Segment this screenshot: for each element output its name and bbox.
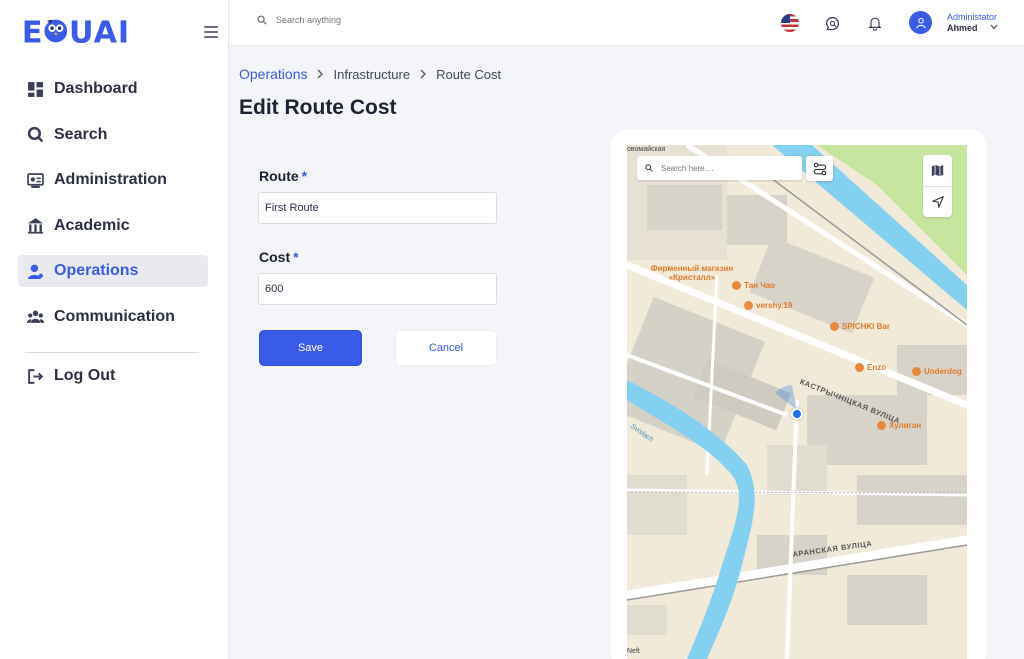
sidebar-item-label: Administration	[54, 171, 167, 188]
global-search	[257, 15, 476, 25]
map-poi-label: Enzo	[867, 363, 887, 372]
chat-icon[interactable]	[822, 13, 842, 33]
sidebar-item-label: Academic	[54, 216, 130, 234]
map-icon	[931, 164, 944, 177]
logout-label: Log Out	[54, 367, 116, 384]
route-label-text: Route	[259, 168, 299, 184]
sidebar-divider	[25, 352, 199, 353]
map-poi[interactable]: Тан Чао	[732, 281, 775, 290]
logout-icon	[26, 367, 44, 385]
app-logo[interactable]: E UAI	[21, 14, 136, 48]
language-flag-icon[interactable]	[780, 13, 800, 33]
current-location-marker	[791, 408, 803, 420]
map-search-input[interactable]	[661, 163, 801, 173]
route-label: Route *	[259, 168, 307, 184]
dashboard-icon	[26, 80, 44, 98]
bar-icon	[877, 421, 886, 430]
save-button[interactable]: Save	[259, 330, 362, 366]
logout-button[interactable]: Log Out	[18, 360, 208, 392]
restaurant-icon	[855, 363, 864, 372]
chevron-down-icon[interactable]	[990, 24, 998, 30]
restaurant-icon	[732, 281, 741, 290]
academic-icon	[26, 217, 44, 235]
chevron-right-icon	[418, 69, 428, 79]
logo-graphic: E UAI	[22, 15, 130, 48]
locate-me-button[interactable]	[923, 186, 952, 217]
map-poi-label: Тан Чао	[744, 281, 776, 290]
map-edge-label: Neft	[627, 648, 640, 655]
cost-label-text: Cost	[259, 249, 291, 265]
map-poi[interactable]: Enzo	[855, 363, 886, 372]
breadcrumb-route-cost: Route Cost	[436, 66, 502, 82]
chevron-right-icon	[315, 69, 325, 79]
notification-bell-icon[interactable]	[865, 13, 885, 33]
cost-label: Cost *	[259, 249, 299, 265]
user-role: Administator	[947, 12, 998, 22]
bar-icon	[830, 322, 839, 331]
sidebar: E UAI Dashboard Search Administration Ac…	[0, 0, 229, 659]
cancel-button[interactable]: Cancel	[395, 330, 497, 366]
map-layers-button[interactable]	[923, 155, 952, 186]
map-controls	[923, 155, 952, 217]
required-marker: *	[293, 249, 299, 265]
map-poi-label: vershy.19	[756, 301, 793, 310]
page-title: Edit Route Cost	[239, 96, 397, 119]
restaurant-icon	[912, 367, 921, 376]
map-base	[627, 145, 967, 659]
sidebar-item-search[interactable]: Search	[18, 119, 208, 151]
required-marker: *	[301, 168, 308, 184]
global-search-input[interactable]	[276, 15, 476, 25]
map-search	[637, 156, 802, 180]
breadcrumb-infrastructure[interactable]: Infrastructure	[333, 67, 410, 82]
cafe-icon	[744, 301, 753, 310]
map-poi-label: SPICHKI Bar	[842, 322, 891, 331]
sidebar-item-dashboard[interactable]: Dashboard	[18, 73, 208, 105]
user-info[interactable]: Administator Ahmed	[947, 12, 997, 34]
route-directions-button[interactable]	[806, 156, 833, 181]
top-header: Administator Ahmed	[229, 0, 1024, 46]
navigation-arrow-icon	[931, 196, 944, 208]
user-avatar[interactable]	[909, 11, 932, 34]
svg-text:E: E	[22, 15, 44, 48]
breadcrumb-operations[interactable]: Operations	[239, 66, 307, 82]
map-poi[interactable]: Фирменный магазин «Кристалл»	[647, 264, 737, 282]
breadcrumb: Operations Infrastructure Route Cost	[239, 66, 501, 82]
menu-toggle-icon[interactable]	[204, 26, 218, 38]
search-icon	[26, 126, 44, 144]
sidebar-item-operations[interactable]: Operations	[18, 255, 208, 287]
operations-icon	[26, 262, 44, 280]
sidebar-item-label: Dashboard	[54, 80, 138, 97]
route-input[interactable]	[258, 192, 497, 224]
map-poi[interactable]: SPICHKI Bar	[830, 322, 890, 331]
map-view[interactable]: овомайская Neft Фирменный магазин «Крист…	[627, 145, 967, 659]
route-icon	[813, 162, 826, 175]
administration-icon	[26, 171, 44, 189]
sidebar-item-communication[interactable]: Communication	[18, 301, 208, 333]
sidebar-item-label: Communication	[54, 307, 175, 325]
map-edge-label: овомайская	[627, 146, 666, 153]
sidebar-item-administration[interactable]: Administration	[18, 164, 208, 196]
map-poi-label: Фирменный магазин «Кристалл»	[650, 264, 734, 282]
sidebar-item-label: Operations	[54, 262, 139, 279]
search-icon	[645, 164, 653, 172]
sidebar-item-label: Search	[54, 125, 108, 143]
map-poi-label: Underdog	[924, 367, 962, 376]
search-icon	[257, 15, 267, 25]
map-poi[interactable]: vershy.19	[744, 301, 792, 310]
cost-input[interactable]	[258, 273, 497, 305]
communication-icon	[26, 308, 44, 326]
map-poi[interactable]: Underdog	[912, 367, 962, 376]
sidebar-item-academic[interactable]: Academic	[18, 210, 208, 242]
sidebar-nav: Dashboard Search Administration Academic…	[18, 73, 208, 346]
svg-text:UAI: UAI	[69, 15, 130, 48]
logout-section: Log Out	[18, 360, 208, 406]
user-icon	[915, 17, 926, 28]
